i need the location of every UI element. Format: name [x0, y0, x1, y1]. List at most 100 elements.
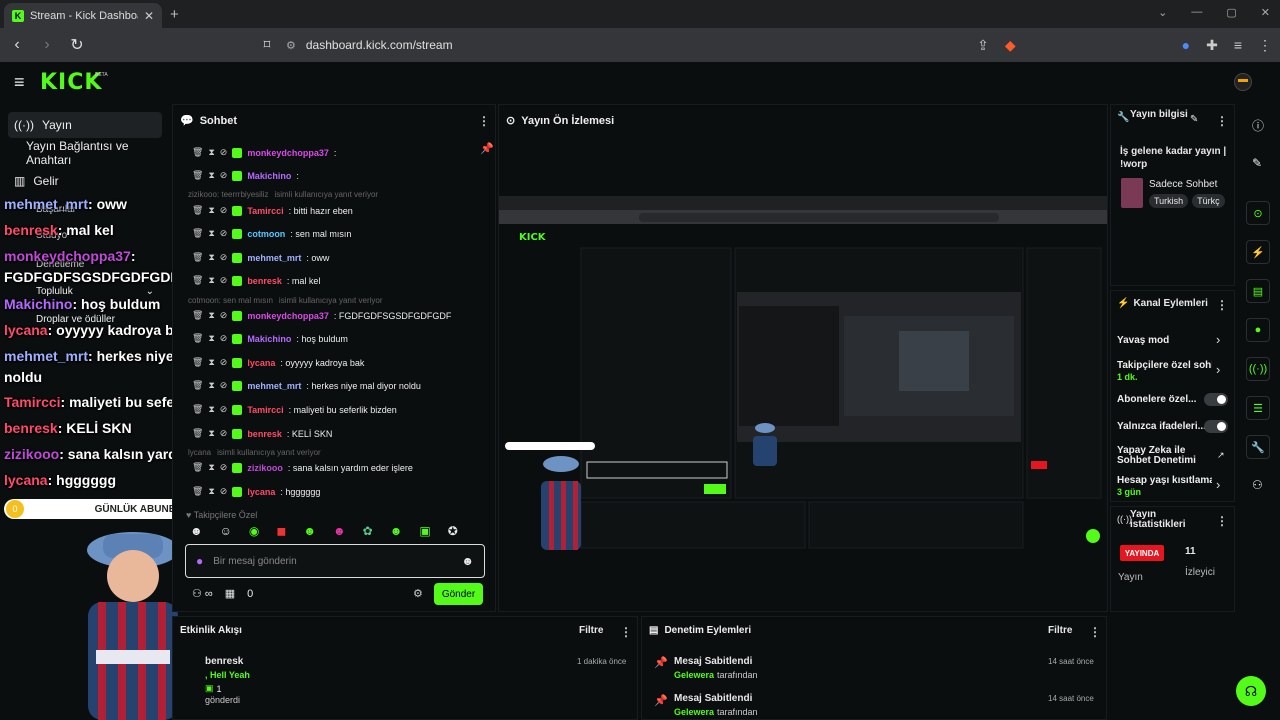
trash-icon[interactable]: 🗑 [192, 428, 203, 439]
subs-only-toggle[interactable] [1204, 393, 1228, 406]
send-button[interactable]: Gönder [434, 583, 483, 605]
extensions-icon[interactable]: ✚ [1206, 37, 1218, 54]
chevron-right-icon[interactable]: › [1216, 332, 1220, 347]
chat-username[interactable]: Makichino [247, 334, 291, 344]
timeout-icon[interactable]: ⧗ [208, 462, 214, 473]
timeout-icon[interactable]: ⧗ [208, 275, 214, 286]
chat-input[interactable]: ● Bir mesaj gönderin ☻ [185, 544, 485, 578]
close-tab-icon[interactable]: ✕ [144, 9, 154, 23]
ban-icon[interactable]: ⊘ [220, 462, 228, 473]
support-headset-icon[interactable]: ☊ [1236, 676, 1266, 706]
ban-icon[interactable]: ⊘ [220, 357, 228, 368]
trash-icon[interactable]: 🗑 [192, 205, 203, 216]
mod-action-user[interactable]: Gelewera [674, 670, 714, 680]
ban-icon[interactable]: ⊘ [220, 404, 228, 415]
tag-turkish[interactable]: Turkish [1149, 194, 1189, 208]
channel-actions-menu-icon[interactable]: ⋮ [1216, 298, 1228, 312]
trash-icon[interactable]: 🗑 [192, 404, 203, 415]
timeout-icon[interactable]: ⧗ [208, 170, 214, 181]
chat-username[interactable]: lycana [247, 358, 275, 368]
trash-icon[interactable]: 🗑 [192, 147, 203, 158]
trash-icon[interactable]: 🗑 [192, 486, 203, 497]
trash-icon[interactable]: 🗑 [192, 252, 203, 263]
ban-icon[interactable]: ⊘ [220, 380, 228, 391]
ban-icon[interactable]: ⊘ [220, 252, 228, 263]
tag-turkce[interactable]: Türkç [1192, 194, 1225, 208]
emote-icon[interactable]: ☻ [390, 524, 403, 538]
trash-icon[interactable]: 🗑 [192, 462, 203, 473]
slow-mode-label[interactable]: Yavaş mod [1117, 335, 1169, 346]
tab-search-icon[interactable]: ⌄ [1158, 6, 1167, 19]
ban-icon[interactable]: ⊘ [220, 428, 228, 439]
nav-item-stream-key[interactable]: Yayın Bağlantısı ve Anahtarı [8, 139, 162, 167]
forward-arrow-icon[interactable]: › [32, 36, 62, 54]
user-avatar[interactable]: ▬ [1234, 73, 1252, 91]
emote-icon[interactable]: ☺ [220, 524, 232, 538]
followers-only-label[interactable]: Takipçilere özel sohb [1117, 360, 1212, 371]
ban-icon[interactable]: ⊘ [220, 310, 228, 321]
trash-icon[interactable]: 🗑 [192, 170, 203, 181]
chat-settings-icon[interactable]: ⚙ [413, 587, 423, 600]
ban-icon[interactable]: ⊘ [220, 333, 228, 344]
chevron-right-icon[interactable]: › [1216, 477, 1220, 492]
info-icon[interactable]: ⓘ [1252, 117, 1264, 134]
chevron-right-icon[interactable]: › [1216, 362, 1220, 377]
vpn-icon[interactable]: ● [1182, 37, 1190, 53]
edit-pencil-icon[interactable]: ✎ [1190, 114, 1198, 125]
nav-item-stream[interactable]: ((·)) Yayın [8, 112, 162, 138]
chat-username[interactable]: zizikooo [247, 463, 283, 473]
ban-icon[interactable]: ⊘ [220, 275, 228, 286]
brave-shield-icon[interactable]: ◆ [1005, 37, 1016, 54]
emote-icon[interactable]: ☻ [333, 524, 346, 538]
chat-username[interactable]: benresk [247, 276, 282, 286]
activity-filter-button[interactable]: Filtre [579, 625, 603, 636]
share-icon[interactable]: ⇪ [977, 37, 989, 54]
trash-icon[interactable]: 🗑 [192, 310, 203, 321]
trash-icon[interactable]: 🗑 [192, 228, 203, 239]
users-icon[interactable]: ⚇ ∞ [192, 587, 213, 600]
timeout-icon[interactable]: ⧗ [208, 333, 214, 344]
kick-logo[interactable]: KICK [40, 70, 102, 95]
pencil-icon[interactable]: ✎ [1252, 156, 1262, 170]
chat-username[interactable]: Makichino [247, 171, 291, 181]
trash-icon[interactable]: 🗑 [192, 357, 203, 368]
timeout-icon[interactable]: ⧗ [208, 147, 214, 158]
category-name[interactable]: Sadece Sohbet [1149, 179, 1217, 190]
mic-icon[interactable]: ● [196, 554, 203, 568]
new-tab-button[interactable]: + [170, 6, 179, 23]
ban-icon[interactable]: ⊘ [220, 486, 228, 497]
chat-username[interactable]: mehmet_mrt [247, 253, 301, 263]
activity-menu-icon[interactable]: ⋮ [620, 625, 632, 639]
stream-info-menu-icon[interactable]: ⋮ [1216, 114, 1228, 128]
timeout-icon[interactable]: ⧗ [208, 486, 214, 497]
chat-username[interactable]: cotmoon [247, 229, 285, 239]
chat-bubble-icon[interactable]: ● [1246, 318, 1270, 342]
chat-menu-icon[interactable]: ⋮ [478, 114, 490, 128]
timeout-icon[interactable]: ⧗ [208, 380, 214, 391]
emote-icon[interactable]: ☻ [190, 524, 203, 538]
playlist-icon[interactable]: ≡ [1234, 37, 1242, 53]
site-info-icon[interactable]: ⚙ [286, 39, 296, 52]
timeout-icon[interactable]: ⧗ [208, 252, 214, 263]
chat-username[interactable]: monkeydchoppa37 [247, 148, 329, 158]
reload-icon[interactable]: ↻ [62, 35, 92, 55]
wrench-icon[interactable]: 🔧 [1246, 435, 1270, 459]
chat-username[interactable]: mehmet_mrt [247, 381, 301, 391]
emote-only-toggle[interactable] [1204, 420, 1228, 433]
minimize-icon[interactable]: — [1191, 6, 1202, 19]
emote-icon[interactable]: ◼ [276, 524, 286, 538]
note-icon[interactable]: ▤ [1246, 279, 1270, 303]
users-icon[interactable]: ⚇ [1252, 478, 1263, 492]
emoji-picker-icon[interactable]: ☻ [461, 554, 474, 568]
mod-action-user[interactable]: Gelewera [674, 707, 714, 717]
timeout-icon[interactable]: ⧗ [208, 404, 214, 415]
chat-username[interactable]: benresk [247, 429, 282, 439]
emote-icon[interactable]: ▣ [419, 524, 430, 538]
account-age-label[interactable]: Hesap yaşı kısıtlamas [1117, 475, 1212, 486]
camera-target-icon[interactable]: ⊙ [1246, 201, 1270, 225]
broadcast-icon[interactable]: ((·)) [1246, 357, 1270, 381]
stream-stats-menu-icon[interactable]: ⋮ [1216, 514, 1228, 528]
timeout-icon[interactable]: ⧗ [208, 228, 214, 239]
hamburger-menu-icon[interactable]: ≡ [14, 72, 25, 93]
timeout-icon[interactable]: ⧗ [208, 310, 214, 321]
